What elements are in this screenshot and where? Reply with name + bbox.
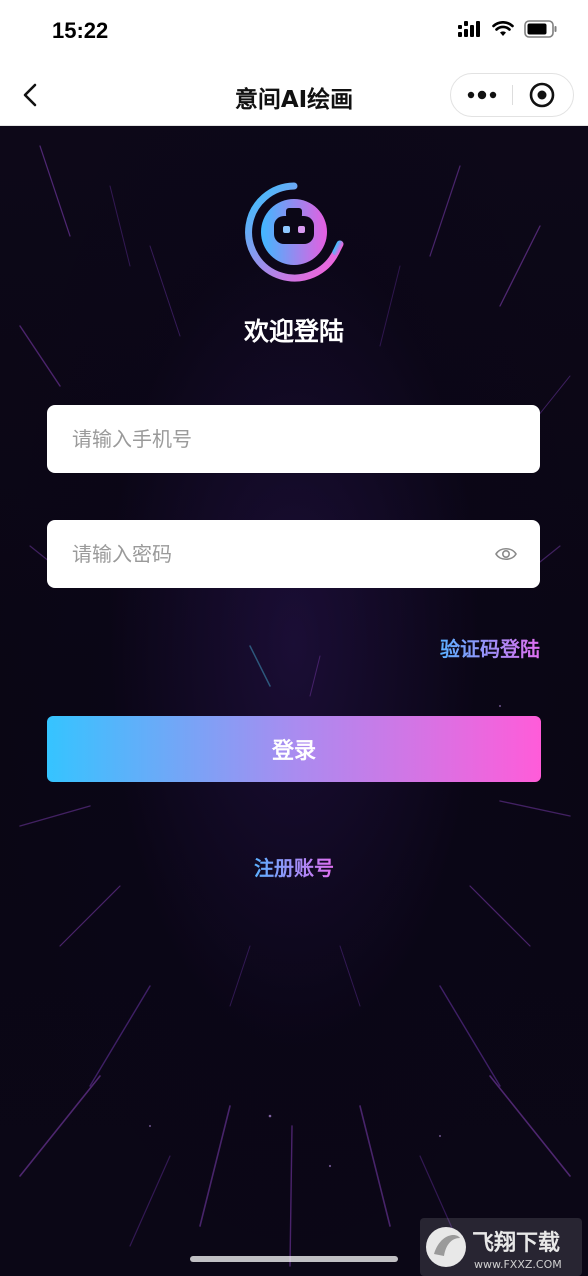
more-dots-icon [467,90,497,100]
home-indicator [190,1256,398,1262]
close-miniprogram-button[interactable] [513,74,575,116]
welcome-heading: 欢迎登陆 [243,317,344,346]
phone-input[interactable] [72,405,472,473]
signal-icon [458,21,480,37]
status-icons [458,20,558,38]
login-button[interactable]: 登录 [47,716,541,782]
more-button[interactable] [451,74,513,116]
register-label: 注册账号 [254,856,334,880]
status-time: 15:22 [52,18,109,43]
password-field [47,520,540,588]
nav-bar: 意间AI绘画 [0,64,588,126]
show-password-toggle[interactable] [494,542,518,566]
watermark-url: www.FXXZ.COM [474,1258,562,1271]
login-screen: 欢迎登陆 验证码登陆 登录 注册账号 飞翔下载 www.FXXZ.COM [0,126,588,1276]
site-watermark: 飞翔下载 www.FXXZ.COM [420,1218,582,1276]
status-bar: 15:22 [0,0,588,64]
password-input[interactable] [72,520,472,588]
wifi-icon [492,21,514,36]
phone-field [47,405,540,473]
starfield-background [19,145,571,1267]
eye-icon [495,547,517,561]
code-login-link[interactable]: 验证码登陆 [440,633,540,662]
battery-icon [524,20,557,38]
target-circle-icon [529,82,555,108]
watermark-title: 飞翔下载 [472,1230,560,1256]
mini-program-capsule [450,73,574,117]
register-link[interactable]: 注册账号 [0,852,588,881]
robot-logo-icon [245,182,344,282]
